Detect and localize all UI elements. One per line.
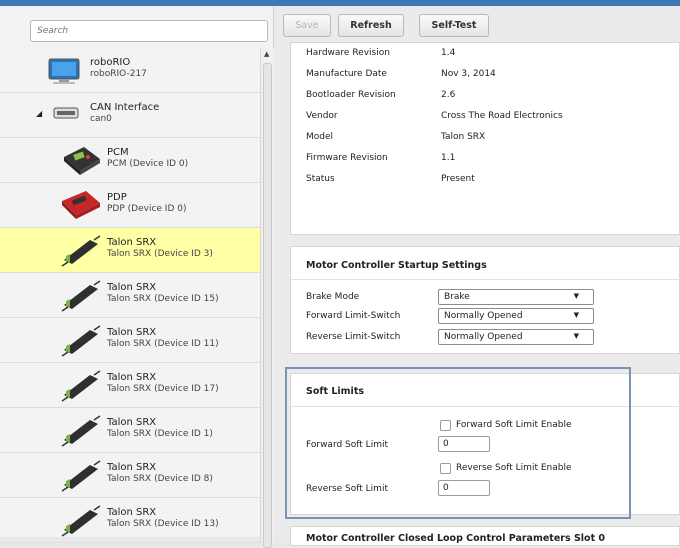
info-value: Nov 3, 2014 <box>441 69 496 79</box>
select-value: Brake <box>444 292 470 302</box>
info-label: Model <box>306 132 334 142</box>
device-subtitle: roboRIO-217 <box>90 69 147 79</box>
info-value: Present <box>441 174 475 184</box>
scroll-thumb[interactable] <box>263 63 272 548</box>
device-name: CAN Interface <box>90 102 160 113</box>
dropdown-arrow-icon: ▼ <box>573 292 579 300</box>
highlight-outline <box>285 367 631 519</box>
divider <box>291 279 680 280</box>
info-value: Cross The Road Electronics <box>441 111 563 121</box>
setting-label: Forward Limit-Switch <box>306 311 401 321</box>
device-name: Talon SRX <box>107 417 157 428</box>
collapse-triangle-icon[interactable]: ◢ <box>36 109 42 118</box>
device-item-talon-srx[interactable]: Talon SRX Talon SRX (Device ID 17) <box>0 363 260 408</box>
save-button[interactable]: Save <box>283 14 331 37</box>
pdp-icon <box>62 191 100 219</box>
talon-srx-icon <box>61 325 101 357</box>
device-name: PDP <box>107 192 127 203</box>
device-subtitle: Talon SRX (Device ID 13) <box>107 519 219 529</box>
device-item-talon-srx[interactable]: Talon SRX Talon SRX (Device ID 13) <box>0 498 260 543</box>
device-subtitle: Talon SRX (Device ID 3) <box>107 249 213 259</box>
device-subtitle: Talon SRX (Device ID 15) <box>107 294 219 304</box>
device-name: Talon SRX <box>107 327 157 338</box>
talon-srx-icon <box>61 235 101 267</box>
device-item-pdp[interactable]: PDP PDP (Device ID 0) <box>0 183 260 228</box>
select-value: Normally Opened <box>444 332 523 342</box>
startup-settings-panel: Motor Controller Startup Settings Brake … <box>290 246 680 354</box>
pcm-icon <box>64 147 100 175</box>
can-interface-icon <box>53 107 79 119</box>
device-item-talon-srx[interactable]: Talon SRX Talon SRX (Device ID 3) <box>0 228 260 273</box>
device-name: Talon SRX <box>107 372 157 383</box>
device-subtitle: Talon SRX (Device ID 11) <box>107 339 219 349</box>
info-label: Firmware Revision <box>306 153 388 163</box>
forward-limit-switch-select[interactable]: Normally Opened ▼ <box>438 308 594 324</box>
device-name: Talon SRX <box>107 282 157 293</box>
device-subtitle: PDP (Device ID 0) <box>107 204 187 214</box>
talon-srx-icon <box>61 460 101 492</box>
panel-title: Motor Controller Closed Loop Control Par… <box>306 533 606 544</box>
reverse-limit-switch-select[interactable]: Normally Opened ▼ <box>438 329 594 345</box>
device-info-panel: Hardware Revision 1.4 Manufacture Date N… <box>290 42 680 235</box>
device-name: roboRIO <box>90 57 131 68</box>
device-item-talon-srx[interactable]: Talon SRX Talon SRX (Device ID 15) <box>0 273 260 318</box>
talon-srx-icon <box>61 370 101 402</box>
info-label: Manufacture Date <box>306 69 387 79</box>
info-value: 1.4 <box>441 48 456 58</box>
roborio-icon <box>48 58 80 84</box>
info-label: Status <box>306 174 335 184</box>
device-item-pcm[interactable]: PCM PCM (Device ID 0) <box>0 138 260 183</box>
dropdown-arrow-icon: ▼ <box>573 332 579 340</box>
device-name: Talon SRX <box>107 237 157 248</box>
talon-srx-icon <box>61 415 101 447</box>
setting-label: Brake Mode <box>306 292 360 302</box>
dropdown-arrow-icon: ▼ <box>573 311 579 319</box>
device-sidebar: roboRIO roboRIO-217 ◢ CAN Interface can0… <box>0 6 274 548</box>
device-name: PCM <box>107 147 129 158</box>
talon-srx-icon <box>61 505 101 537</box>
info-label: Bootloader Revision <box>306 90 396 100</box>
device-item-talon-srx[interactable]: Talon SRX Talon SRX (Device ID 11) <box>0 318 260 363</box>
brake-mode-select[interactable]: Brake ▼ <box>438 289 594 305</box>
device-subtitle: Talon SRX (Device ID 17) <box>107 384 219 394</box>
device-item-talon-srx[interactable]: Talon SRX Talon SRX (Device ID 8) <box>0 453 260 498</box>
closed-loop-panel: Motor Controller Closed Loop Control Par… <box>290 526 680 546</box>
info-label: Vendor <box>306 111 338 121</box>
info-value: 1.1 <box>441 153 456 163</box>
select-value: Normally Opened <box>444 311 523 321</box>
device-subtitle: Talon SRX (Device ID 1) <box>107 429 213 439</box>
refresh-button[interactable]: Refresh <box>338 14 404 37</box>
info-value: 2.6 <box>441 90 456 100</box>
sidebar-scrollbar[interactable]: ▲ <box>260 48 274 548</box>
device-name: Talon SRX <box>107 507 157 518</box>
device-name: Talon SRX <box>107 462 157 473</box>
scroll-up-arrow-icon[interactable]: ▲ <box>264 50 269 58</box>
talon-srx-icon <box>61 280 101 312</box>
search-input[interactable] <box>30 20 268 42</box>
panel-title: Motor Controller Startup Settings <box>306 260 487 271</box>
device-subtitle: can0 <box>90 114 112 124</box>
device-item-roborio[interactable]: roboRIO roboRIO-217 <box>0 48 260 93</box>
info-value: Talon SRX <box>441 132 486 142</box>
device-item-can-interface[interactable]: ◢ CAN Interface can0 <box>0 93 260 138</box>
device-subtitle: Talon SRX (Device ID 8) <box>107 474 213 484</box>
self-test-button[interactable]: Self-Test <box>419 14 489 37</box>
device-item-talon-srx[interactable]: Talon SRX Talon SRX (Device ID 1) <box>0 408 260 453</box>
device-subtitle: PCM (Device ID 0) <box>107 159 189 169</box>
setting-label: Reverse Limit-Switch <box>306 332 401 342</box>
info-label: Hardware Revision <box>306 48 390 58</box>
